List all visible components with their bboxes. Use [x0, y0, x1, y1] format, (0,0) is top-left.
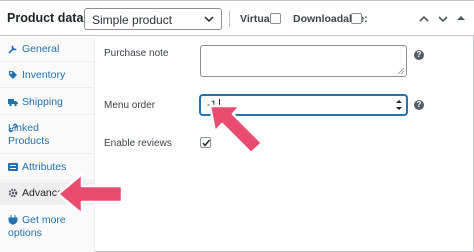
- tab-label: General: [22, 43, 60, 55]
- wrench-icon: [8, 45, 17, 54]
- tab-get-more-options[interactable]: Get more options: [0, 214, 95, 242]
- chevron-down-icon: [204, 16, 214, 23]
- list-icon: [8, 163, 18, 171]
- collapse-toggle-icon[interactable]: [455, 11, 467, 25]
- tab-label: Linked Products: [8, 122, 50, 147]
- tag-icon: [9, 71, 17, 79]
- tab-divider: [0, 153, 95, 154]
- tab-linked-products[interactable]: Linked Products: [0, 122, 95, 150]
- downloadable-checkbox[interactable]: [351, 13, 362, 24]
- chevron-up-icon[interactable]: [417, 12, 431, 26]
- tab-divider: [0, 87, 95, 88]
- tab-label: Inventory: [22, 69, 66, 81]
- header-divider: [229, 11, 230, 27]
- product-data-tabs: General Inventory Shipping Linked Produc…: [0, 37, 95, 252]
- annotation-arrow-icon: [56, 172, 124, 216]
- tab-label: Shipping: [22, 96, 63, 108]
- purchase-note-label: Purchase note: [104, 48, 169, 59]
- tab-divider: [0, 61, 95, 62]
- help-tip-icon[interactable]: ?: [414, 50, 424, 60]
- enable-reviews-label: Enable reviews: [104, 138, 172, 149]
- product-data-header: Product data — Simple product Virtual: D…: [0, 1, 474, 36]
- tab-label: Get more options: [8, 214, 66, 239]
- truck-icon: [8, 99, 18, 107]
- number-spinner-icon[interactable]: [395, 98, 403, 112]
- menu-order-label: Menu order: [104, 100, 156, 111]
- purchase-note-textarea[interactable]: [200, 45, 407, 77]
- help-tip-icon[interactable]: ?: [414, 100, 424, 110]
- resize-handle-icon[interactable]: [398, 68, 404, 74]
- chevron-down-icon[interactable]: [436, 12, 450, 26]
- annotation-arrow-icon: [208, 104, 264, 155]
- tab-divider: [0, 114, 95, 115]
- virtual-checkbox[interactable]: [270, 13, 281, 24]
- gear-icon: [8, 188, 18, 198]
- product-type-select[interactable]: Simple product: [84, 8, 222, 30]
- product-type-value: Simple product: [92, 13, 173, 27]
